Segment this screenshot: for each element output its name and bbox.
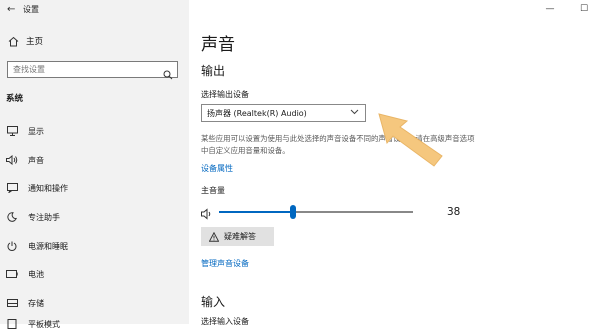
select-input-label: 选择输入设备 [201, 317, 249, 326]
manage-sound-devices-link[interactable]: 管理声音设备 [201, 258, 249, 269]
page-title: 声音 [201, 35, 235, 55]
sidebar: ← 设置 主页 系统 显示 声音 通知和操作 专 [0, 0, 189, 329]
sidebar-item-storage[interactable]: 存储 [5, 297, 44, 309]
sidebar-item-tablet[interactable]: 平板模式 [5, 318, 60, 330]
maximize-button[interactable]: ☐ [567, 0, 601, 18]
volume-value: 38 [447, 206, 461, 218]
notification-icon [5, 182, 19, 194]
output-heading: 输出 [201, 64, 226, 78]
sidebar-item-label: 电源和睡眠 [28, 241, 68, 251]
sidebar-item-notifications[interactable]: 通知和操作 [5, 182, 68, 194]
battery-icon [5, 268, 19, 280]
storage-icon [5, 297, 19, 309]
sidebar-item-focus-assist[interactable]: 专注助手 [5, 211, 60, 223]
pointer-arrow-annotation [378, 113, 443, 167]
sidebar-item-label: 专注助手 [28, 212, 60, 222]
master-volume-label: 主音量 [201, 186, 225, 195]
warning-icon [208, 231, 220, 242]
speaker-icon [5, 154, 19, 166]
window-title: 设置 [23, 4, 39, 14]
moon-icon [5, 211, 19, 223]
sidebar-item-display[interactable]: 显示 [5, 125, 44, 137]
home-label: 主页 [26, 37, 44, 47]
back-arrow-icon[interactable]: ← [7, 4, 17, 15]
minimize-button[interactable]: — [533, 0, 567, 18]
volume-control [201, 205, 481, 220]
volume-fill [219, 211, 293, 213]
select-output-label: 选择输出设备 [201, 90, 249, 99]
troubleshoot-button[interactable]: 疑难解答 [201, 227, 274, 246]
input-heading: 输入 [201, 295, 226, 309]
sidebar-item-label: 平板模式 [28, 319, 60, 329]
search-input[interactable] [13, 65, 153, 74]
tablet-icon [5, 318, 19, 330]
sidebar-item-label: 声音 [28, 155, 44, 165]
volume-icon[interactable] [201, 205, 215, 220]
device-properties-link[interactable]: 设备属性 [201, 163, 233, 174]
window-controls: — ☐ [533, 0, 601, 18]
output-device-dropdown[interactable]: 扬声器 (Realtek(R) Audio) [201, 104, 366, 122]
section-heading: 系统 [6, 94, 24, 104]
home-nav[interactable]: 主页 [6, 34, 43, 48]
home-icon [6, 34, 20, 48]
sidebar-item-power[interactable]: 电源和睡眠 [5, 240, 68, 252]
troubleshoot-label: 疑难解答 [224, 232, 256, 241]
sidebar-item-label: 显示 [28, 126, 44, 136]
sidebar-item-label: 存储 [28, 298, 44, 308]
selected-device: 扬声器 (Realtek(R) Audio) [207, 108, 307, 118]
sidebar-item-battery[interactable]: 电池 [5, 268, 44, 280]
power-icon [5, 240, 19, 252]
search-box[interactable] [7, 61, 178, 80]
chevron-down-icon [350, 108, 359, 117]
monitor-icon [5, 125, 19, 137]
volume-slider[interactable] [219, 205, 413, 219]
search-icon[interactable] [163, 65, 173, 80]
sidebar-item-label: 通知和操作 [28, 183, 68, 193]
sidebar-item-label: 电池 [28, 269, 44, 279]
volume-slider-thumb[interactable] [289, 205, 296, 219]
title-bar: ← 设置 [0, 0, 189, 18]
sidebar-item-sound[interactable]: 声音 [5, 154, 44, 166]
